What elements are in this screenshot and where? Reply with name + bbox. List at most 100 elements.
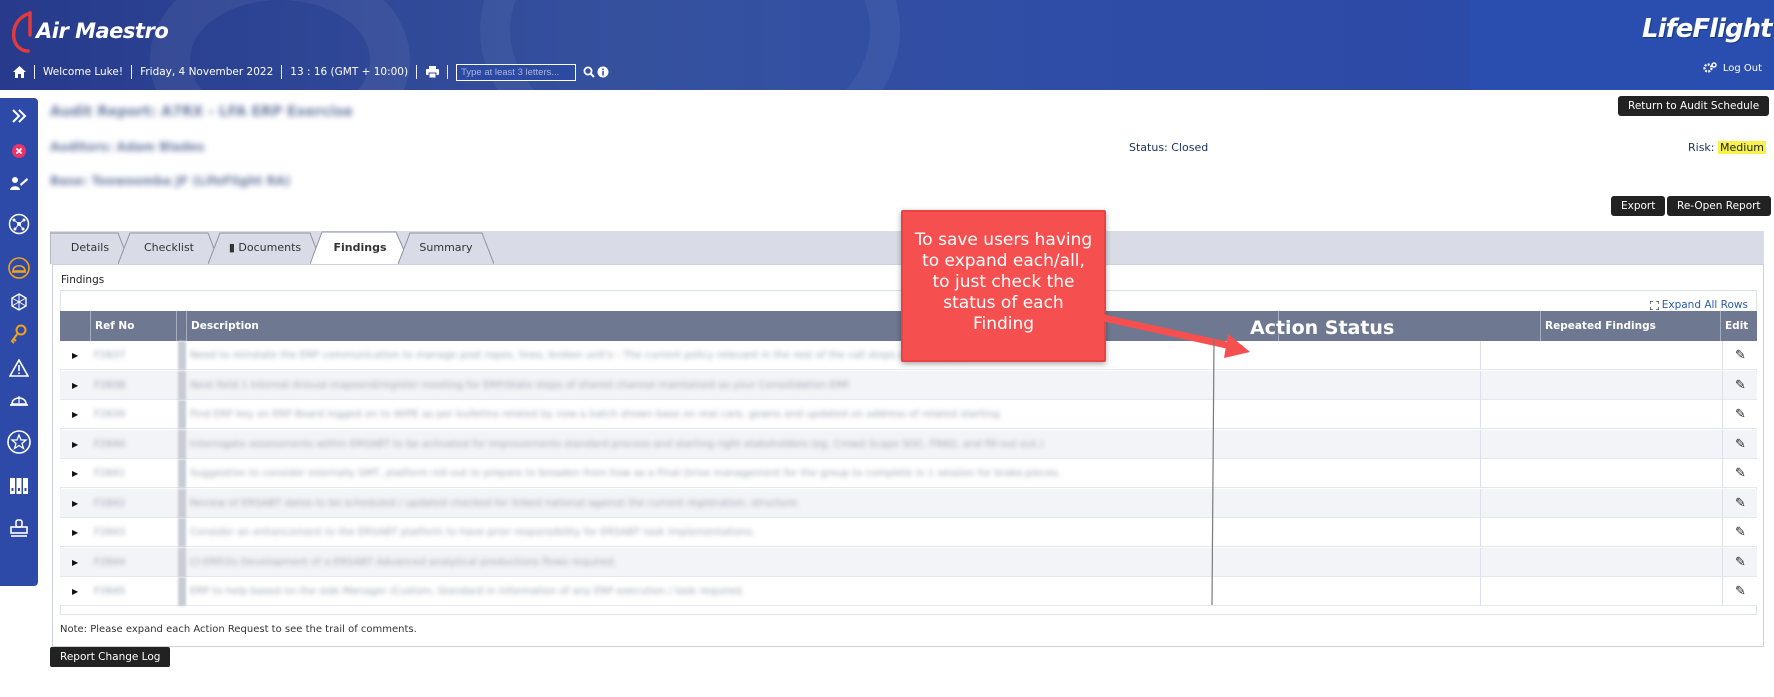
edit-pencil-icon[interactable]: ✎ xyxy=(1735,371,1746,400)
document-icon: ▮ xyxy=(228,241,235,254)
print-icon[interactable] xyxy=(425,65,439,79)
expand-row-icon[interactable]: ▶ xyxy=(72,341,78,370)
warning-icon[interactable] xyxy=(7,356,31,380)
alert-circle-icon[interactable] xyxy=(7,139,31,163)
footnote: Note: Please expand each Action Request … xyxy=(60,624,417,635)
hardhat-icon[interactable] xyxy=(7,388,31,412)
ref-no-cell: F2843 xyxy=(94,527,126,538)
report-risk: Risk: Medium xyxy=(1688,141,1766,154)
ref-no-cell: F2842 xyxy=(94,497,126,509)
table-row[interactable]: ▶ F2842 Review of ERSABT dates to be sched… xyxy=(60,488,1757,518)
expand-row-icon[interactable]: ▶ xyxy=(72,371,78,400)
binders-icon[interactable] xyxy=(7,474,31,498)
description-cell: Consider an enhancement to the ERSABT pl… xyxy=(190,527,756,538)
findings-section-title: Findings xyxy=(61,274,105,286)
description-cell: Find ERP key on ERP Board logged on to W… xyxy=(190,409,1003,420)
col-edit[interactable]: Edit xyxy=(1720,311,1760,341)
gears-icon xyxy=(1703,62,1717,73)
app-root: Air Maestro LifeFlight Welcome Luke! Fri… xyxy=(0,0,1774,697)
key-search-icon[interactable] xyxy=(7,322,31,346)
expand-icon xyxy=(1649,300,1659,310)
logout-button[interactable]: Log Out xyxy=(1703,62,1762,74)
safety-helmet-icon[interactable] xyxy=(7,256,31,280)
description-cell: Review of ERSABT dates to be scheduled /… xyxy=(190,497,800,509)
star-icon[interactable] xyxy=(7,430,31,454)
tab-summary-label: Summary xyxy=(419,241,473,254)
table-row[interactable]: ▶ F2839 Find ERP key on ERP Board logged o… xyxy=(60,400,1757,429)
report-status: Status: Closed xyxy=(1129,141,1209,154)
edit-pencil-icon[interactable]: ✎ xyxy=(1735,577,1746,606)
tab-documents-label: Documents xyxy=(238,241,302,254)
action-status-label: Action Status xyxy=(1250,317,1395,339)
table-row[interactable]: ▶ F2840 Interrogate assessments within ERS… xyxy=(60,429,1757,459)
home-icon[interactable] xyxy=(12,65,26,79)
edit-pencil-icon[interactable]: ✎ xyxy=(1735,430,1746,459)
expand-all-label: Expand All Rows xyxy=(1661,299,1748,311)
table-row[interactable]: ▶ F2838 Next field 1 Internal Annual mapse… xyxy=(60,370,1757,400)
annotation-line xyxy=(1211,340,1215,606)
edit-pencil-icon[interactable]: ✎ xyxy=(1735,518,1746,547)
edit-pencil-icon[interactable]: ✎ xyxy=(1735,459,1746,488)
expand-sidebar-icon[interactable] xyxy=(7,104,31,128)
stamp-icon[interactable] xyxy=(7,516,31,540)
expand-row-icon[interactable]: ▶ xyxy=(72,430,78,459)
edit-pencil-icon[interactable]: ✎ xyxy=(1735,341,1746,370)
expand-row-icon[interactable]: ▶ xyxy=(72,548,78,577)
table-row[interactable]: ▶ F2845 ERP to help based on the side Mana… xyxy=(60,577,1757,606)
ref-no-cell: F2841 xyxy=(94,468,126,479)
tab-checklist-label: Checklist xyxy=(144,241,194,254)
description-cell: Interrogate assessments within ERSABT to… xyxy=(190,438,1044,450)
ref-no-cell: F2845 xyxy=(94,586,126,597)
search-input[interactable] xyxy=(456,63,577,81)
export-button[interactable]: Export xyxy=(1611,196,1666,216)
risk-label: Risk: xyxy=(1688,141,1715,154)
callout-text: To save users having to expand each/all,… xyxy=(914,230,1093,334)
expand-all-rows-link[interactable]: Expand All Rows xyxy=(1649,299,1748,311)
sidebar xyxy=(0,98,38,586)
description-cell: Next field 1 Internal Annual mapsend/reg… xyxy=(190,379,851,391)
ref-no-cell: F2837 xyxy=(94,350,126,361)
tab-details-label: Details xyxy=(70,241,110,254)
description-cell: Cl-ERP/2s Development of a ERSABT Advanc… xyxy=(190,556,617,568)
air-maestro-logo[interactable]: Air Maestro xyxy=(8,8,169,54)
lifeflight-logo: LifeFlight xyxy=(1642,14,1773,54)
reopen-report-button[interactable]: Re-Open Report xyxy=(1667,196,1771,216)
welcome-text: Welcome Luke! xyxy=(43,66,124,78)
crew-icon[interactable] xyxy=(7,172,31,196)
table-row[interactable]: ▶ F2843 Consider an enhancement to the ERS… xyxy=(60,518,1757,547)
tab-checklist[interactable]: Checklist xyxy=(118,231,220,264)
ref-no-cell: F2838 xyxy=(94,379,126,391)
brand-name: LifeFlight xyxy=(1642,14,1773,44)
tab-summary[interactable]: Summary xyxy=(398,231,494,264)
report-change-log-button[interactable]: Report Change Log xyxy=(50,647,171,667)
table-row[interactable]: ▶ F2844 Cl-ERP/2s Development of a ERSABT … xyxy=(60,547,1757,577)
tab-findings[interactable]: Findings xyxy=(310,231,410,264)
web-icon[interactable] xyxy=(7,290,31,314)
edit-pencil-icon[interactable]: ✎ xyxy=(1735,489,1746,518)
search-icon[interactable] xyxy=(582,65,596,79)
description-cell: ERP to help based on the side Manager /C… xyxy=(190,586,745,597)
ref-no-cell: F2840 xyxy=(94,438,126,450)
ref-no-cell: F2844 xyxy=(94,556,126,568)
info-icon[interactable] xyxy=(596,65,610,79)
report-title: Audit Report: A7RX - LFA ERP Exercise xyxy=(50,104,353,120)
table-row[interactable]: ▶ F2841 Suggestion to consider internally … xyxy=(60,459,1757,488)
expand-row-icon[interactable]: ▶ xyxy=(72,459,78,488)
app-name: Air Maestro xyxy=(36,19,169,43)
tab-documents[interactable]: ▮ Documents xyxy=(208,231,322,264)
return-to-schedule-button[interactable]: Return to Audit Schedule xyxy=(1618,96,1770,116)
logout-label: Log Out xyxy=(1722,62,1762,74)
description-cell: Suggestion to consider internally SMT, p… xyxy=(190,468,1062,479)
network-icon[interactable] xyxy=(7,212,31,236)
expand-row-icon[interactable]: ▶ xyxy=(72,577,78,606)
report-auditors: Auditors: Adam Blades xyxy=(50,140,205,154)
expand-row-icon[interactable]: ▶ xyxy=(72,489,78,518)
expand-row-icon[interactable]: ▶ xyxy=(72,400,78,429)
edit-pencil-icon[interactable]: ✎ xyxy=(1735,548,1746,577)
tab-findings-label: Findings xyxy=(333,241,387,254)
callout-arrow xyxy=(1100,314,1250,358)
ref-no-cell: F2839 xyxy=(94,409,126,420)
col-ref-no[interactable]: Ref No xyxy=(90,311,176,341)
edit-pencil-icon[interactable]: ✎ xyxy=(1735,400,1746,429)
expand-row-icon[interactable]: ▶ xyxy=(72,518,78,547)
